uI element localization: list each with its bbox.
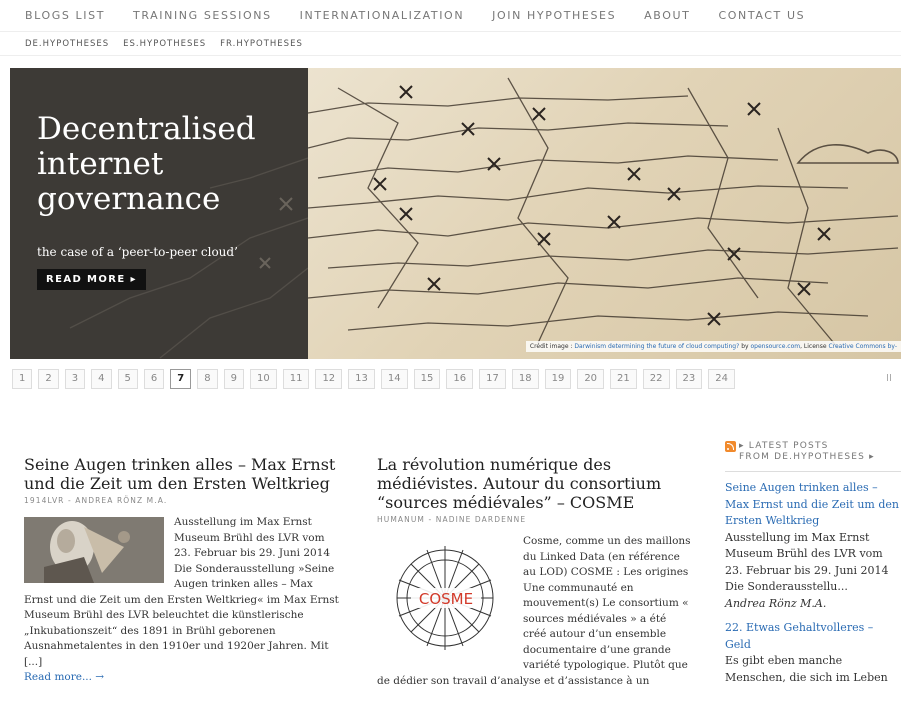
subnav-de-hypotheses[interactable]: DE.HYPOTHESES (25, 39, 109, 49)
nav-internationalization[interactable]: INTERNATIONALIZATION (300, 9, 465, 22)
image-credit: Crédit image : Darwinism determining the… (525, 341, 901, 352)
page-number-14[interactable]: 14 (380, 369, 408, 389)
page-number-11[interactable]: 11 (282, 369, 310, 389)
cosme-logo-text: COSME (419, 590, 473, 608)
page-number-23[interactable]: 23 (675, 369, 703, 389)
nav-about[interactable]: ABOUT (644, 9, 690, 22)
page-number-13[interactable]: 13 (348, 369, 375, 389)
page-number-20[interactable]: 20 (577, 369, 605, 389)
credit-image-link[interactable]: Darwinism determining the future of clou… (574, 343, 739, 350)
page-number-5[interactable]: 5 (117, 369, 138, 389)
post-card: La révolution numérique des médiévistes.… (377, 455, 691, 723)
sidebar-entry: 22. Etwas Gehaltvolleres – Geld Es gibt … (725, 620, 901, 686)
read-more-button[interactable]: READ MORE ▸ (37, 269, 146, 290)
sidebar-entry-excerpt: Es gibt eben manche Menschen, die sich i… (725, 654, 888, 684)
page-number-8[interactable]: 8 (197, 369, 218, 389)
page-number-16[interactable]: 16 (446, 369, 474, 389)
arrow-right-icon: ▸ (739, 441, 745, 451)
read-more-label: READ MORE (46, 274, 126, 285)
post-excerpt: Ausstellung im Max Ernst Museum Brühl de… (24, 515, 342, 686)
sidebar-latest-posts: ▸ LATEST POSTS FROM DE.HYPOTHESES ▸ Sein… (725, 441, 901, 686)
hero-image (308, 68, 901, 359)
credit-by: by (739, 343, 751, 350)
subnav-fr-hypotheses[interactable]: FR.HYPOTHESES (220, 39, 303, 49)
sidebar-entry-author: Andrea Rönz M.A. (725, 596, 827, 610)
post-title[interactable]: Seine Augen trinken alles – Max Ernst un… (24, 455, 342, 493)
hero-subtitle: the case of a ‘peer-to-peer cloud’ (37, 245, 238, 259)
page-number-12[interactable]: 12 (315, 369, 343, 389)
page-number-2[interactable]: 2 (38, 369, 59, 389)
read-more-link[interactable]: Read more... → (24, 670, 342, 686)
credit-license: , License (800, 343, 829, 350)
hero-illustration (308, 77, 899, 349)
sidebar-divider (725, 471, 901, 472)
page-number-6[interactable]: 6 (143, 369, 165, 389)
credit-license-link[interactable]: Creative Commons by- (828, 343, 897, 350)
post-meta[interactable]: 1914LVR - ANDREA RÖNZ M.A. (24, 496, 342, 505)
nav-contact-us[interactable]: CONTACT US (718, 9, 805, 22)
sidebar-heading-text: ▸ LATEST POSTS FROM DE.HYPOTHESES ▸ (739, 441, 875, 463)
page-number-19[interactable]: 19 (544, 369, 572, 389)
sidebar-entry-excerpt: Ausstellung im Max Ernst Museum Brühl de… (725, 530, 889, 594)
post-card: Seine Augen trinken alles – Max Ernst un… (24, 455, 342, 686)
rss-icon[interactable] (725, 441, 736, 452)
sidebar-heading-line1: LATEST POSTS (748, 441, 829, 451)
page-number-21[interactable]: 21 (610, 369, 637, 389)
sidebar-entry: Seine Augen trinken alles – Max Ernst un… (725, 480, 901, 612)
post-title[interactable]: La révolution numérique des médiévistes.… (377, 455, 691, 512)
page-number-1[interactable]: 1 (12, 369, 33, 389)
slider-pagination: 1 2 3 4 5 6 7 8 9 10 11 12 13 14 15 16 17 18 19 20 21 22 23 24 (12, 369, 741, 389)
page-number-17[interactable]: 17 (479, 369, 506, 389)
page-number-22[interactable]: 22 (642, 369, 670, 389)
page-number-9[interactable]: 9 (223, 369, 244, 389)
post-meta[interactable]: HUMANUM - NADINE DARDENNE (377, 515, 691, 524)
chevron-right-icon: ▸ (869, 452, 875, 462)
sidebar-heading-line2: FROM DE.HYPOTHESES (739, 452, 866, 462)
subnav-es-hypotheses[interactable]: ES.HYPOTHESES (123, 39, 206, 49)
nav-blogs-list[interactable]: BLOGS LIST (25, 9, 105, 22)
main-nav: BLOGS LIST TRAINING SESSIONS INTERNATION… (0, 0, 901, 32)
page-number-7[interactable]: 7 (170, 369, 192, 389)
arrow-right-icon: ▸ (130, 274, 137, 285)
pagination-more[interactable]: II (886, 369, 892, 389)
hero-title[interactable]: Decentralised internet governance (37, 112, 302, 217)
nav-training-sessions[interactable]: TRAINING SESSIONS (133, 9, 272, 22)
sidebar-entry-title[interactable]: Seine Augen trinken alles – Max Ernst un… (725, 480, 901, 530)
language-subnav: DE.HYPOTHESES ES.HYPOTHESES FR.HYPOTHESE… (0, 32, 901, 56)
page-number-18[interactable]: 18 (511, 369, 539, 389)
page-number-4[interactable]: 4 (91, 369, 112, 389)
credit-prefix: Crédit image : (529, 343, 575, 350)
nav-join-hypotheses[interactable]: JOIN HYPOTHESES (492, 9, 616, 22)
page-number-10[interactable]: 10 (249, 369, 277, 389)
featured-slider[interactable]: Decentralised internet governance the ca… (10, 68, 901, 359)
credit-source-link[interactable]: opensource.com (750, 343, 800, 350)
page-number-24[interactable]: 24 (708, 369, 735, 389)
cosme-logo-thumbnail[interactable]: COSME (377, 536, 513, 666)
page-number-3[interactable]: 3 (64, 369, 86, 389)
page-number-15[interactable]: 15 (413, 369, 441, 389)
sidebar-heading[interactable]: ▸ LATEST POSTS FROM DE.HYPOTHESES ▸ (725, 441, 901, 463)
post-thumbnail[interactable] (24, 517, 164, 583)
sidebar-entry-title[interactable]: 22. Etwas Gehaltvolleres – Geld (725, 620, 901, 653)
post-excerpt: COSME Cosme, comme un des maillons du Li… (377, 534, 691, 723)
hero-dark-panel: Decentralised internet governance the ca… (10, 68, 308, 359)
